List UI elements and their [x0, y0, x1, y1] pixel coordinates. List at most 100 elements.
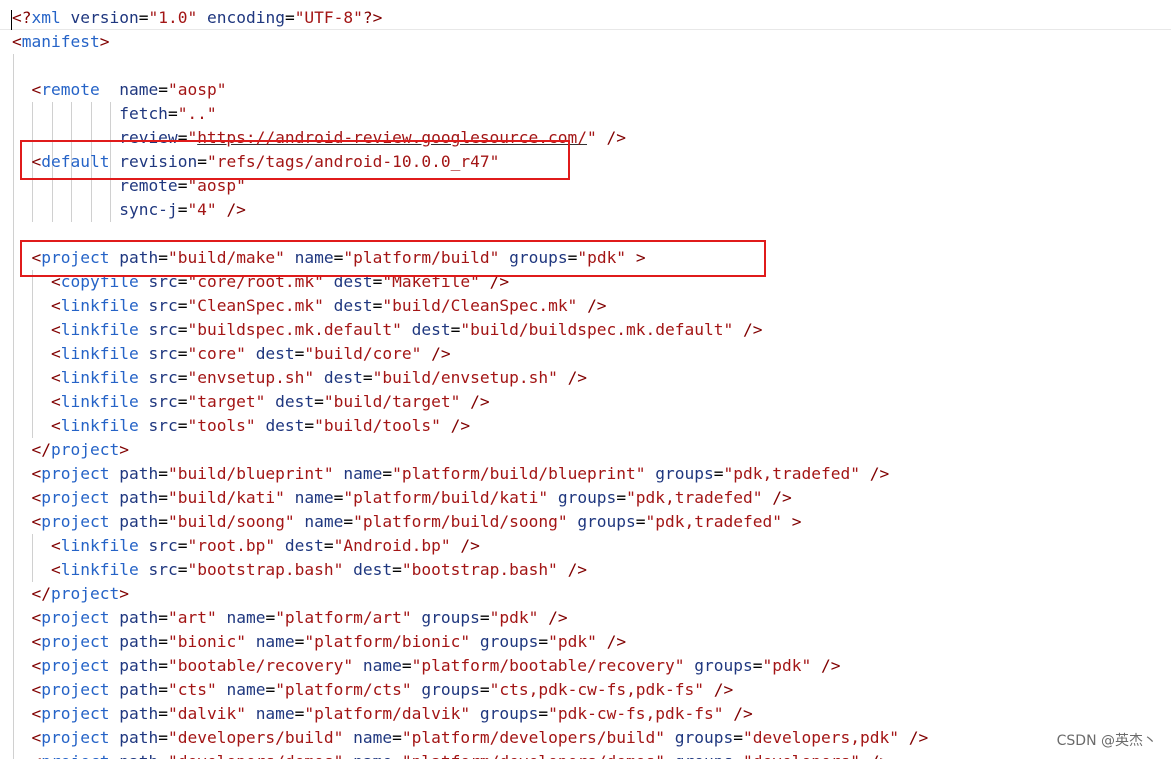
code-line[interactable]: <manifest>	[12, 30, 109, 54]
code-token-eq	[412, 608, 422, 627]
code-token-eq	[538, 608, 548, 627]
code-token-attr: groups	[509, 248, 568, 267]
code-line[interactable]: <project path="build/kati" name="platfor…	[12, 486, 792, 510]
code-token-eq	[704, 680, 714, 699]
code-token-eq: =	[372, 272, 383, 291]
code-token-eq: =	[304, 416, 315, 435]
code-token-eq	[597, 632, 607, 651]
code-token-bracket: <	[50, 320, 61, 339]
code-token-value: "aosp"	[187, 176, 246, 195]
code-token-eq	[139, 344, 149, 363]
code-line[interactable]: </project>	[12, 438, 129, 462]
code-token-attr: groups	[557, 488, 617, 507]
code-token-eq: =	[158, 488, 168, 507]
code-editor[interactable]: <?xml version="1.0" encoding="UTF-8"?> <m…	[0, 0, 1171, 759]
code-token-eq	[12, 536, 51, 555]
code-token-eq	[343, 560, 353, 579]
code-token-eq: =	[392, 752, 402, 759]
code-token-attr: path	[119, 704, 159, 723]
code-token-value: "pdk"	[762, 656, 812, 675]
code-token-eq	[12, 152, 32, 171]
code-token-eq: =	[343, 512, 354, 531]
code-token-attr: src	[148, 392, 178, 411]
code-token-eq	[665, 752, 675, 759]
code-token-eq	[12, 464, 32, 483]
code-line[interactable]: fetch=".."	[12, 102, 217, 126]
code-line[interactable]: <project path="build/make" name="platfor…	[12, 246, 646, 270]
code-token-eq	[12, 680, 32, 699]
code-line[interactable]: <project path="developers/demos" name="p…	[12, 750, 890, 759]
code-token-eq	[12, 440, 32, 459]
code-line[interactable]: <linkfile src="root.bp" dest="Android.bp…	[12, 534, 480, 558]
code-line[interactable]: <project path="bionic" name="platform/bi…	[12, 630, 627, 654]
code-line[interactable]: <linkfile src="buildspec.mk.default" des…	[12, 318, 763, 342]
code-token-value: "build/soong"	[167, 512, 295, 531]
code-token-slash: />	[587, 296, 607, 315]
code-token-eq: =	[314, 392, 324, 411]
code-line[interactable]: <linkfile src="CleanSpec.mk" dest="build…	[12, 294, 607, 318]
code-token-value: "platform/developers/demos"	[402, 752, 665, 759]
code-token-eq	[109, 704, 119, 723]
code-line[interactable]: <project path="build/soong" name="platfo…	[12, 510, 802, 534]
code-token-eq	[12, 176, 119, 195]
code-line[interactable]: <project path="bootable/recovery" name="…	[12, 654, 841, 678]
code-token-eq	[217, 608, 227, 627]
code-token-value: "dalvik"	[167, 704, 246, 723]
code-token-eq	[109, 464, 119, 483]
code-line[interactable]: <project path="dalvik" name="platform/da…	[12, 702, 753, 726]
code-line[interactable]: <linkfile src="core" dest="build/core" /…	[12, 342, 451, 366]
code-token-eq	[109, 728, 119, 747]
code-token-value: "UTF-8"	[294, 8, 363, 27]
code-token-attr: path	[119, 512, 159, 531]
code-token-eq	[12, 704, 32, 723]
code-line[interactable]: <project path="developers/build" name="p…	[12, 726, 929, 750]
code-token-eq	[12, 752, 32, 759]
code-token-slash: />	[908, 728, 929, 747]
code-line[interactable]: sync-j="4" />	[12, 198, 246, 222]
code-token-bracket: <	[31, 608, 42, 627]
code-line[interactable]: <default revision="refs/tags/android-10.…	[12, 150, 500, 174]
code-token-bracket: <	[31, 152, 42, 171]
code-token-eq	[480, 272, 490, 291]
code-line[interactable]: <linkfile src="bootstrap.bash" dest="boo…	[12, 558, 587, 582]
code-token-bracket: <	[31, 632, 42, 651]
code-token-value: ".."	[177, 104, 217, 123]
code-line[interactable]: <project path="cts" name="platform/cts" …	[12, 678, 734, 702]
code-line[interactable]: <linkfile src="target" dest="build/targe…	[12, 390, 490, 414]
code-token-eq	[275, 536, 285, 555]
code-line[interactable]: remote="aosp"	[12, 174, 246, 198]
code-token-eq	[12, 128, 119, 147]
code-token-eq: =	[372, 296, 383, 315]
code-token-tag: linkfile	[60, 368, 139, 387]
code-token-eq: =	[265, 608, 276, 627]
code-token-bracket: <	[12, 32, 22, 51]
code-token-eq: =	[177, 536, 188, 555]
code-token-attr: fetch	[119, 104, 168, 123]
code-line[interactable]: review="https://android-review.googlesou…	[12, 126, 626, 150]
code-token-bracket: <	[31, 80, 42, 99]
code-line[interactable]: <project path="art" name="platform/art" …	[12, 606, 568, 630]
code-line[interactable]: <linkfile src="tools" dest="build/tools"…	[12, 414, 470, 438]
code-token-eq	[733, 320, 743, 339]
code-line[interactable]: </project>	[12, 582, 129, 606]
code-token-eq: =	[294, 704, 305, 723]
code-token-eq: =	[752, 656, 763, 675]
code-token-eq: =	[177, 560, 188, 579]
code-token-attr: groups	[421, 608, 480, 627]
code-token-value: "root.bp"	[187, 536, 276, 555]
code-line[interactable]: <project path="build/blueprint" name="pl…	[12, 462, 890, 486]
code-line[interactable]: <?xml version="1.0" encoding="UTF-8"?>	[12, 6, 382, 30]
code-line[interactable]: <remote name="aosp"	[12, 78, 227, 102]
code-token-bracket: <	[50, 296, 61, 315]
code-token-attr: groups	[655, 464, 714, 483]
code-line[interactable]: <copyfile src="core/root.mk" dest="Makef…	[12, 270, 509, 294]
code-token-attr: dest	[411, 320, 451, 339]
code-token-eq	[626, 248, 636, 267]
code-token-attr: path	[119, 632, 159, 651]
code-token-value: "cts"	[167, 680, 217, 699]
code-token-eq: =	[733, 728, 744, 747]
code-token-eq	[353, 656, 363, 675]
code-token-eq	[246, 344, 256, 363]
code-token-bracket: <	[31, 656, 42, 675]
code-line[interactable]: <linkfile src="envsetup.sh" dest="build/…	[12, 366, 587, 390]
